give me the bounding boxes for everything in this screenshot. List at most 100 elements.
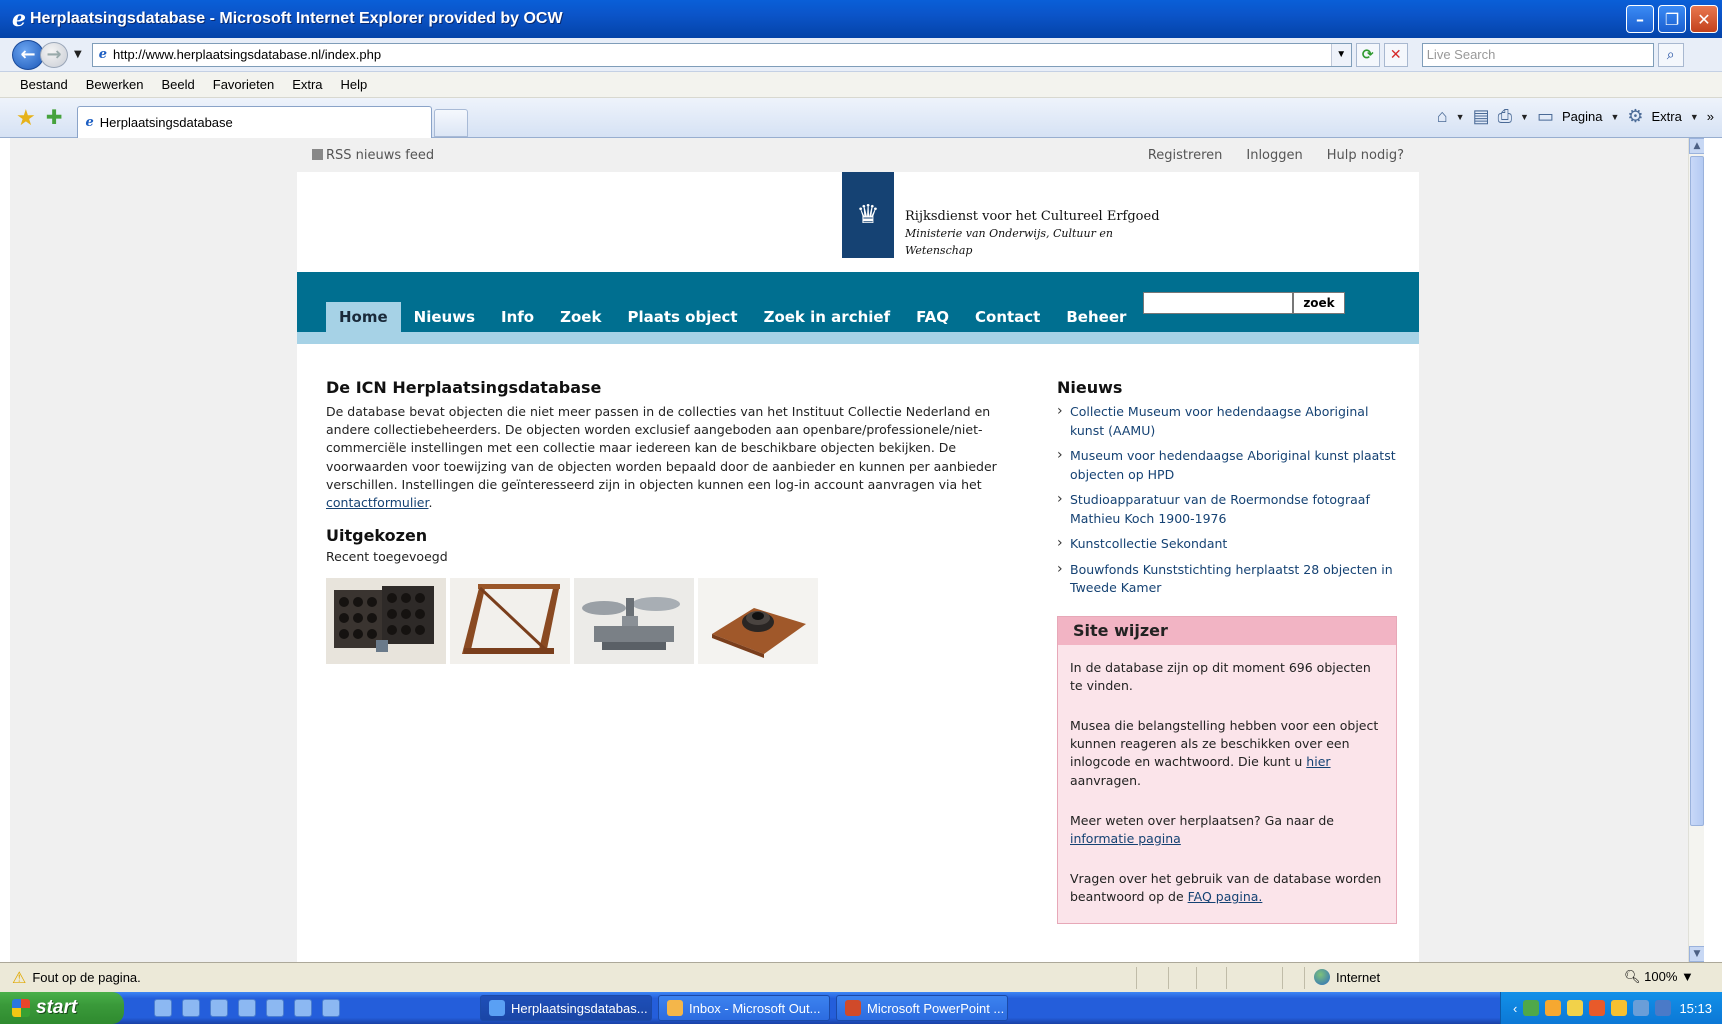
- register-link[interactable]: Registreren: [1148, 148, 1223, 163]
- menu-beeld[interactable]: Beeld: [162, 77, 195, 92]
- news-item[interactable]: Kunstcollectie Sekondant: [1057, 534, 1397, 554]
- task-ie[interactable]: Herplaatsingsdatabas...: [480, 995, 652, 1021]
- refresh-button[interactable]: ⟳: [1355, 42, 1380, 67]
- news-item[interactable]: Studioapparatuur van de Roermondse fotog…: [1057, 490, 1397, 528]
- warning-icon[interactable]: ⚠: [12, 968, 26, 988]
- scroll-up-icon[interactable]: ▲: [1689, 138, 1704, 154]
- scroll-thumb[interactable]: [1690, 156, 1704, 826]
- nav-strip: [297, 332, 1419, 344]
- request-login-link[interactable]: hier: [1306, 754, 1330, 769]
- globe-icon: [1314, 969, 1330, 985]
- tray-app-icon[interactable]: [1545, 1000, 1562, 1016]
- info-page-link[interactable]: informatie pagina: [1070, 831, 1181, 846]
- thumbnail-beehive-object[interactable]: [326, 578, 446, 665]
- task-outlook[interactable]: Inbox - Microsoft Out...: [658, 995, 830, 1021]
- nav-beheer[interactable]: Beheer: [1053, 302, 1139, 332]
- desktop-icon[interactable]: [210, 999, 228, 1017]
- contact-form-link[interactable]: contactformulier: [326, 495, 428, 510]
- thumbnail-lens-board[interactable]: [698, 578, 818, 665]
- rss-link[interactable]: RSS nieuws feed: [312, 148, 434, 163]
- news-list: Collectie Museum voor hedendaagse Aborig…: [1057, 402, 1397, 598]
- minimize-button[interactable]: –: [1626, 5, 1654, 33]
- news-item[interactable]: Collectie Museum voor hedendaagse Aborig…: [1057, 402, 1397, 440]
- logo-line-2: Ministerie van Onderwijs, Cultuur en: [905, 227, 1113, 240]
- tray-app-icon[interactable]: [1523, 1000, 1540, 1016]
- title-bar: e Herplaatsingsdatabase - Microsoft Inte…: [0, 0, 1722, 38]
- zoom-control[interactable]: 🔍︎ 100% ▼: [1624, 969, 1694, 985]
- status-message[interactable]: Fout op de pagina.: [32, 970, 140, 985]
- menu-favorieten[interactable]: Favorieten: [213, 77, 274, 92]
- menu-help[interactable]: Help: [341, 77, 368, 92]
- home-dropdown-icon[interactable]: ▼: [1456, 112, 1465, 122]
- tray-app-icon[interactable]: [1567, 1000, 1584, 1016]
- nav-zoek[interactable]: Zoek: [547, 302, 614, 332]
- tray-app-icon[interactable]: [1589, 1000, 1606, 1016]
- live-search-input[interactable]: Live Search: [1421, 42, 1654, 67]
- tray-app-icon[interactable]: [1655, 1000, 1672, 1016]
- help-link[interactable]: Hulp nodig?: [1327, 148, 1404, 163]
- thumbnail-scale[interactable]: [574, 578, 694, 665]
- search-icon[interactable]: ⌕: [1657, 42, 1684, 67]
- new-tab-button[interactable]: [433, 108, 468, 137]
- restore-button[interactable]: ❐: [1658, 5, 1686, 33]
- site-search-button[interactable]: zoek: [1293, 292, 1345, 314]
- nav-zoek-in-archief[interactable]: Zoek in archief: [751, 302, 904, 332]
- ie-quicklaunch-icon[interactable]: [154, 999, 172, 1017]
- zoom-dropdown-icon[interactable]: ▼: [1681, 969, 1694, 984]
- clock[interactable]: 15:13: [1679, 1001, 1712, 1016]
- news-item[interactable]: Bouwfonds Kunststichting herplaatst 28 o…: [1057, 560, 1397, 598]
- start-button[interactable]: start: [0, 992, 124, 1024]
- nav-contact[interactable]: Contact: [962, 302, 1053, 332]
- site-wijzer-title: Site wijzer: [1058, 616, 1396, 645]
- vertical-scrollbar[interactable]: ▲ ▼: [1688, 138, 1704, 962]
- faq-page-link[interactable]: FAQ pagina.: [1188, 889, 1263, 904]
- tab-herplaatsingsdatabase[interactable]: e Herplaatsingsdatabase: [76, 105, 432, 138]
- news-item[interactable]: Museum voor hedendaagse Aboriginal kunst…: [1057, 446, 1397, 484]
- outlook-task-icon: [667, 1000, 683, 1016]
- task-powerpoint[interactable]: Microsoft PowerPoint ...: [836, 995, 1008, 1021]
- nav-info[interactable]: Info: [488, 302, 547, 332]
- add-favorite-icon[interactable]: ✚: [46, 105, 63, 130]
- nav-nieuws[interactable]: Nieuws: [401, 302, 488, 332]
- history-dropdown-icon[interactable]: ▼: [74, 49, 82, 60]
- url-text[interactable]: http://www.herplaatsingsdatabase.nl/inde…: [113, 47, 1331, 62]
- tools-menu-button[interactable]: Extra: [1652, 109, 1682, 124]
- tray-app-icon[interactable]: [1633, 1000, 1650, 1016]
- outlook-icon[interactable]: [266, 999, 284, 1017]
- task-label: Herplaatsingsdatabas...: [511, 1000, 648, 1016]
- outlook-icon[interactable]: [322, 999, 340, 1017]
- address-field[interactable]: e http://www.herplaatsingsdatabase.nl/in…: [91, 42, 1352, 67]
- thumbnail-wooden-frame[interactable]: [450, 578, 570, 665]
- menu-extra[interactable]: Extra: [292, 77, 322, 92]
- print-dropdown-icon[interactable]: ▼: [1520, 112, 1529, 122]
- menu-bestand[interactable]: Bestand: [20, 77, 68, 92]
- login-link[interactable]: Inloggen: [1246, 148, 1302, 163]
- print-icon[interactable]: ⎙: [1498, 106, 1512, 127]
- favorites-star-icon[interactable]: ★: [16, 105, 36, 131]
- ie-quicklaunch-icon[interactable]: [182, 999, 200, 1017]
- url-dropdown-icon[interactable]: ▼: [1330, 43, 1351, 66]
- nav-faq[interactable]: FAQ: [903, 302, 962, 332]
- close-button[interactable]: ✕: [1690, 5, 1718, 33]
- menu-bewerken[interactable]: Bewerken: [86, 77, 144, 92]
- forward-button[interactable]: →: [40, 41, 68, 68]
- tools-dropdown-icon[interactable]: ▼: [1690, 112, 1699, 122]
- tools-gear-icon: ⚙: [1627, 106, 1644, 126]
- nav-plaats-object[interactable]: Plaats object: [614, 302, 750, 332]
- page-menu-button[interactable]: Pagina: [1562, 109, 1602, 124]
- rijksoverheid-logo-icon[interactable]: ♛: [842, 172, 894, 258]
- stop-button[interactable]: ✕: [1383, 42, 1408, 67]
- chevron-more-icon[interactable]: »: [1707, 109, 1714, 124]
- messenger-icon[interactable]: [238, 999, 256, 1017]
- app-icon[interactable]: [294, 999, 312, 1017]
- page-dropdown-icon[interactable]: ▼: [1610, 112, 1619, 122]
- feeds-icon[interactable]: ▤: [1473, 106, 1490, 127]
- tray-chevron-icon[interactable]: ‹: [1513, 1001, 1517, 1016]
- tray-app-icon[interactable]: [1611, 1000, 1628, 1016]
- ie-logo-icon: e: [12, 6, 26, 32]
- site-search-input[interactable]: [1143, 292, 1293, 314]
- top-links: Registreren Inloggen Hulp nodig?: [1148, 148, 1404, 163]
- nav-home[interactable]: Home: [326, 302, 401, 332]
- scroll-down-icon[interactable]: ▼: [1689, 946, 1704, 962]
- home-icon[interactable]: ⌂: [1437, 106, 1448, 127]
